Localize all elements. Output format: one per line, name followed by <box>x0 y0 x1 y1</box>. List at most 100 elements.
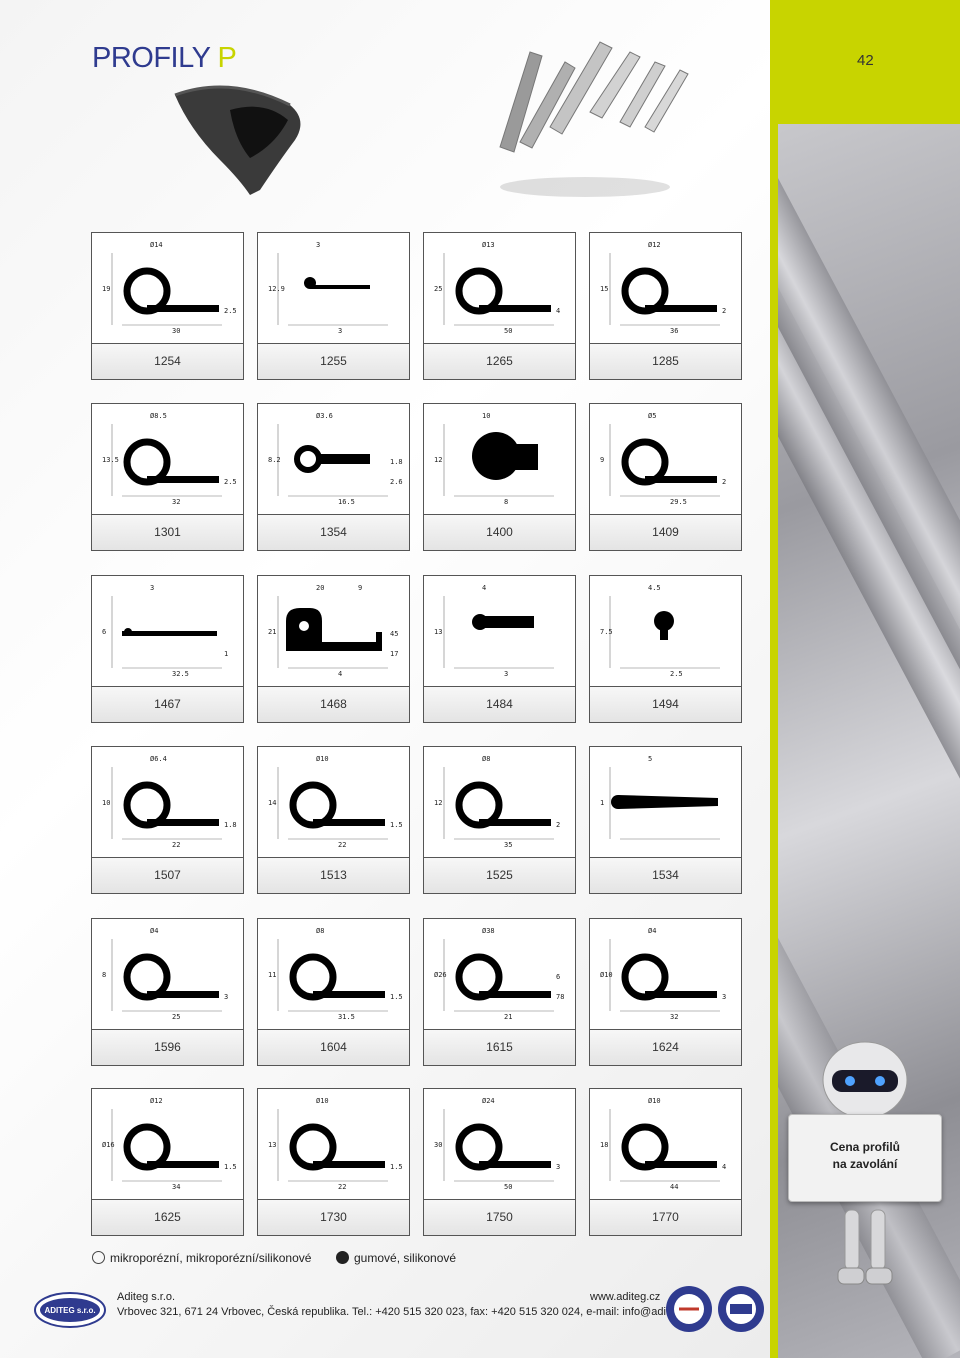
profile-card: Ø24 30 50 3 1750 <box>423 1088 576 1236</box>
profile-card: 4.5 7.5 2.5 1494 <box>589 575 742 723</box>
dimension-label: 3 <box>224 993 228 1001</box>
profile-code: 1254 <box>92 344 243 379</box>
dimension-label: 5 <box>648 755 652 763</box>
profile-code: 1400 <box>424 515 575 550</box>
dimension-label: 2 <box>722 307 726 315</box>
page-title: PROFILY P <box>92 42 237 75</box>
logo-text: ADITEG s.r.o. <box>44 1306 95 1315</box>
profile-card: 10 12 8 1400 <box>423 403 576 551</box>
dimension-label: 4 <box>556 307 560 315</box>
dimension-label: 9 <box>358 584 362 592</box>
company-website[interactable]: www.aditeg.cz <box>590 1291 660 1303</box>
dimension-label: 1.5 <box>390 993 403 1001</box>
dimension-label: 2 <box>556 821 560 829</box>
profile-cross-section: Ø10 14 22 1.5 <box>268 755 403 849</box>
dimension-label: 2.5 <box>224 307 237 315</box>
dimension-label: 18 <box>600 1141 608 1149</box>
company-name: Aditeg s.r.o. <box>117 1291 176 1303</box>
profile-drawing: 4 13 3 <box>424 576 575 687</box>
dimension-label: Ø8 <box>482 755 490 763</box>
dimension-label: Ø3.6 <box>316 412 333 420</box>
title-main: PROFILY <box>92 42 210 74</box>
profile-code: 1730 <box>258 1200 409 1235</box>
dimension-label: 11 <box>268 971 276 979</box>
profile-cross-section: Ø14 19 30 2.5 <box>102 241 237 335</box>
company-address: Vrbovec 321, 671 24 Vrbovec, Česká repub… <box>117 1306 696 1318</box>
legend-rubber: gumové, silikonové <box>354 1250 457 1265</box>
dimension-label: 12 <box>434 456 442 464</box>
dimension-label: 20 <box>316 584 324 592</box>
dimension-label: Ø24 <box>482 1097 495 1105</box>
dimension-label: Ø10 <box>316 1097 329 1105</box>
dimension-label: Ø4 <box>150 927 158 935</box>
dimension-label: 2.6 <box>390 478 403 486</box>
profile-card: Ø14 19 30 2.5 1254 <box>91 232 244 380</box>
profile-cross-section: 20 21 4 17 45 9 <box>268 584 398 678</box>
profile-cross-section: Ø5 9 29.5 2 <box>600 412 726 506</box>
dimension-label: 2 <box>722 478 726 486</box>
profile-cross-section: 4.5 7.5 2.5 <box>600 584 720 678</box>
dimension-label: 22 <box>338 841 346 849</box>
profile-code: 1301 <box>92 515 243 550</box>
profile-drawing: Ø5 9 29.5 2 <box>590 404 741 515</box>
profile-cross-section: 51 <box>600 755 720 840</box>
profile-drawing: 10 12 8 <box>424 404 575 515</box>
dimension-label: 17 <box>390 650 398 658</box>
dimension-label: 1.8 <box>224 821 237 829</box>
dimension-label: 31.5 <box>338 1013 355 1021</box>
profile-cross-section: Ø1018444 <box>600 1097 726 1191</box>
dimension-label: 32.5 <box>172 670 189 678</box>
dimension-label: 8 <box>504 498 508 506</box>
dimension-label: 3 <box>338 327 342 335</box>
profile-code: 1507 <box>92 858 243 893</box>
profile-code: 1409 <box>590 515 741 550</box>
dimension-label: 35 <box>504 841 512 849</box>
profile-card: Ø8 11 31.5 1.5 1604 <box>257 918 410 1066</box>
profile-card: Ø13 25 50 4 1265 <box>423 232 576 380</box>
price-card-line2: na zavolání <box>832 1157 898 1171</box>
dimension-label: Ø10 <box>648 1097 661 1105</box>
profile-drawing: Ø8.5 13.5 32 2.5 <box>92 404 243 515</box>
profile-card: Ø10 14 22 1.5 1513 <box>257 746 410 894</box>
dimension-label: Ø8.5 <box>150 412 167 420</box>
dimension-label: Ø14 <box>150 241 163 249</box>
dimension-label: 13 <box>268 1141 276 1149</box>
dimension-label: 50 <box>504 1183 512 1191</box>
dimension-label: 30 <box>434 1141 442 1149</box>
profile-code: 1285 <box>590 344 741 379</box>
dimension-label: Ø8 <box>316 927 324 935</box>
profile-cross-section: 3 6 32.5 1 <box>102 584 228 678</box>
dimension-label: Ø5 <box>648 412 656 420</box>
page-number: 42 <box>857 52 874 69</box>
profile-card: 3 6 32.5 1 1467 <box>91 575 244 723</box>
profile-cross-section: Ø6.4 10 22 1.8 <box>102 755 237 849</box>
dimension-label: Ø4 <box>648 927 656 935</box>
profile-cross-section: Ø24 30 50 3 <box>434 1097 560 1191</box>
profile-cross-section: Ø12 15 36 2 <box>600 241 726 335</box>
profile-code: 1624 <box>590 1030 741 1065</box>
dimension-label: 1.8 <box>390 458 403 466</box>
dimension-label: Ø6.4 <box>150 755 167 763</box>
company-logo: ADITEG s.r.o. <box>34 1292 106 1328</box>
dimension-label: 45 <box>390 630 398 638</box>
dimension-label: 15 <box>600 285 608 293</box>
profile-card: 4 13 3 1484 <box>423 575 576 723</box>
profile-card: Ø10 13 22 1.5 1730 <box>257 1088 410 1236</box>
profile-code: 1255 <box>258 344 409 379</box>
profile-drawing: 4.5 7.5 2.5 <box>590 576 741 687</box>
dimension-label: 1.5 <box>224 1163 237 1171</box>
profile-code: 1615 <box>424 1030 575 1065</box>
profile-code: 1354 <box>258 515 409 550</box>
price-card: Cena profilů na zavolání <box>788 1114 942 1202</box>
dimension-label: 30 <box>172 327 180 335</box>
dimension-label: Ø12 <box>150 1097 163 1105</box>
dimension-label: 1.5 <box>390 1163 403 1171</box>
profile-drawing: Ø24 30 50 3 <box>424 1089 575 1200</box>
dimension-label: 8.2 <box>268 456 281 464</box>
profile-cross-section: Ø4 8 25 3 <box>102 927 228 1021</box>
dimension-label: 13.5 <box>102 456 119 464</box>
footer: ADITEG s.r.o. Aditeg s.r.o. Vrbovec 321,… <box>0 1284 772 1336</box>
profile-cross-section: 312.93 <box>268 241 388 335</box>
dimension-label: 34 <box>172 1183 180 1191</box>
profile-drawing: 51 <box>590 747 741 858</box>
